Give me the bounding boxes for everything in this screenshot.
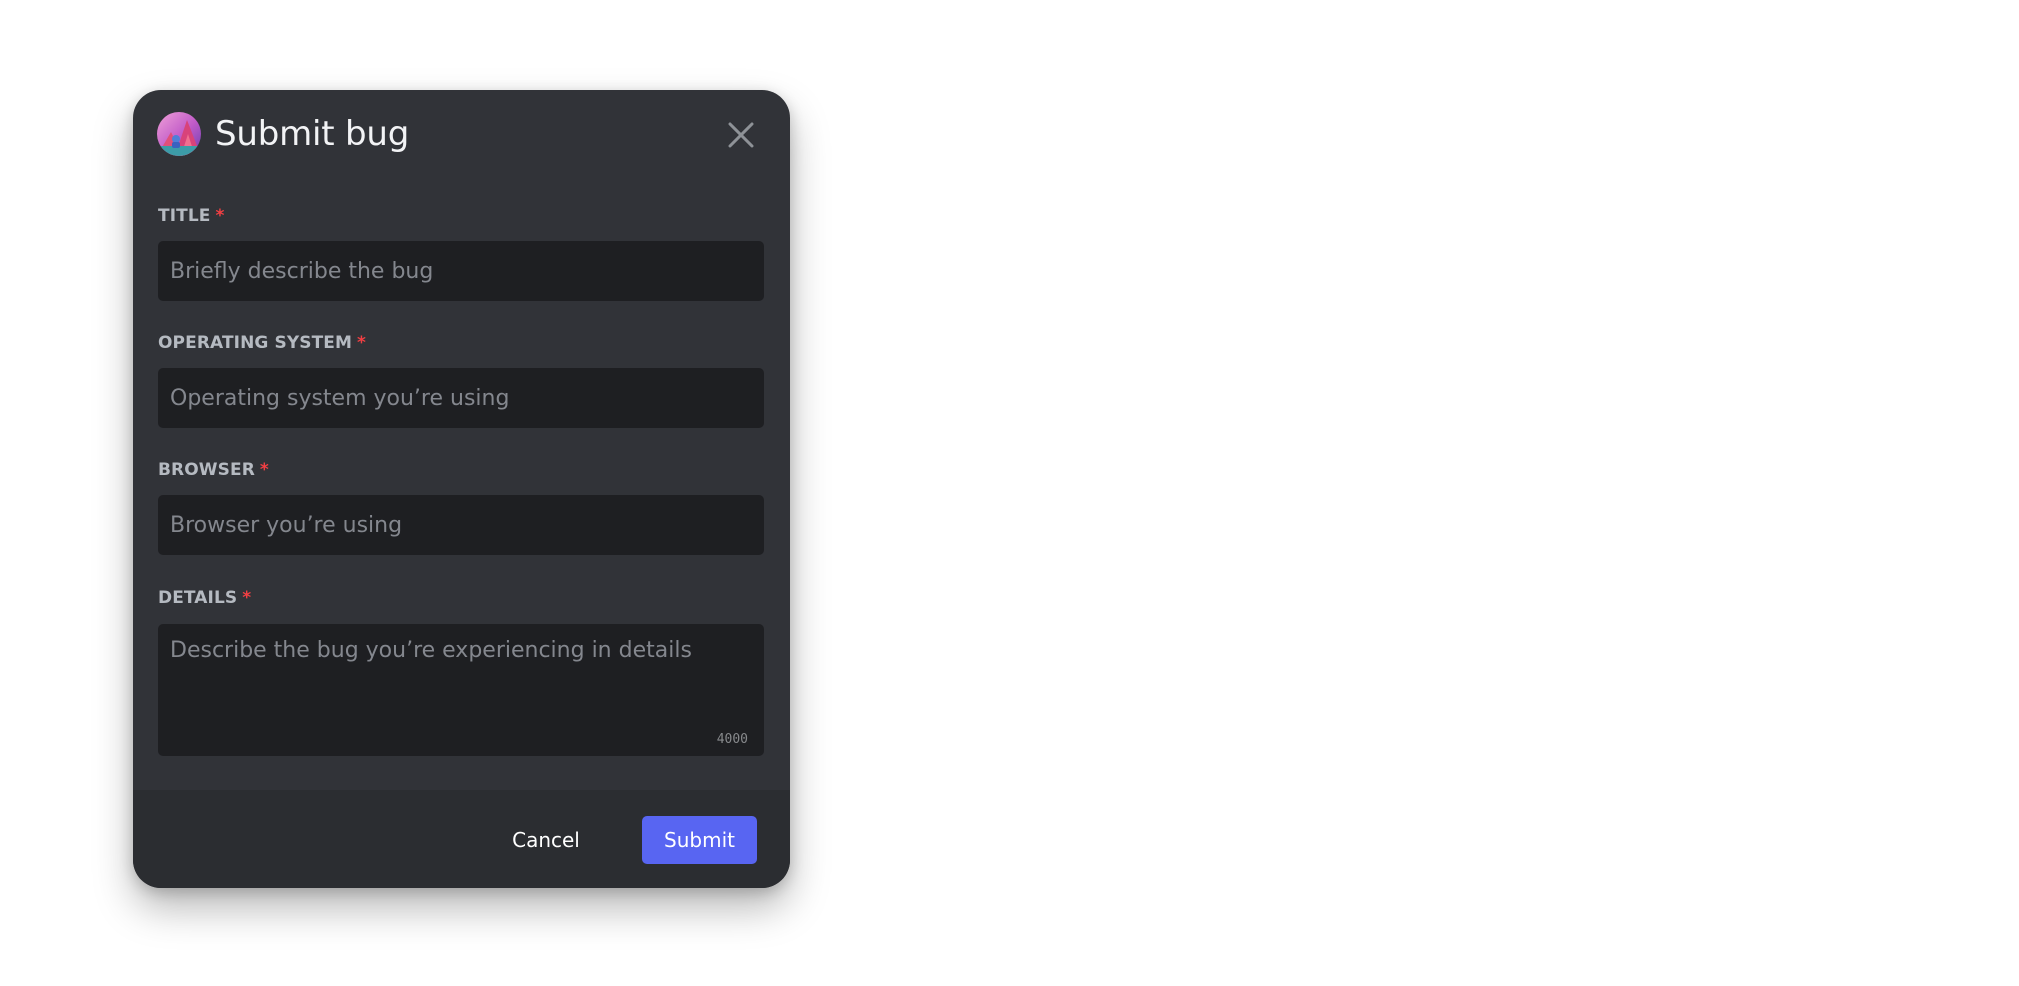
submit-bug-modal: Submit bug TITLE* OPERATING SYSTEM* BROW… bbox=[133, 90, 790, 888]
required-marker: * bbox=[357, 333, 366, 353]
modal-header: Submit bug bbox=[157, 112, 766, 156]
details-label-text: DETAILS bbox=[158, 588, 238, 608]
title-label-text: TITLE bbox=[158, 206, 211, 226]
browser-label-text: BROWSER bbox=[158, 460, 255, 480]
browser-field-label: BROWSER * bbox=[158, 460, 269, 480]
browser-input[interactable] bbox=[158, 495, 764, 555]
os-field-label: OPERATING SYSTEM * bbox=[158, 333, 366, 353]
required-marker: * bbox=[242, 588, 252, 608]
close-icon bbox=[728, 122, 754, 148]
character-counter: 4000 bbox=[716, 732, 748, 747]
title-field-label: TITLE * bbox=[158, 206, 224, 226]
required-marker: * bbox=[215, 206, 225, 226]
os-label-text: OPERATING SYSTEM bbox=[158, 333, 352, 353]
modal-footer: Cancel Submit bbox=[133, 790, 790, 888]
operating-system-input[interactable] bbox=[158, 368, 764, 428]
app-avatar-icon bbox=[157, 112, 201, 156]
details-field-label: DETAILS * bbox=[158, 588, 251, 608]
close-button[interactable] bbox=[726, 120, 756, 150]
required-marker: * bbox=[259, 460, 269, 480]
title-input[interactable] bbox=[158, 241, 764, 301]
cancel-button[interactable]: Cancel bbox=[496, 816, 596, 864]
modal-title: Submit bug bbox=[215, 114, 410, 154]
details-textarea[interactable] bbox=[158, 624, 764, 756]
submit-button[interactable]: Submit bbox=[642, 816, 757, 864]
